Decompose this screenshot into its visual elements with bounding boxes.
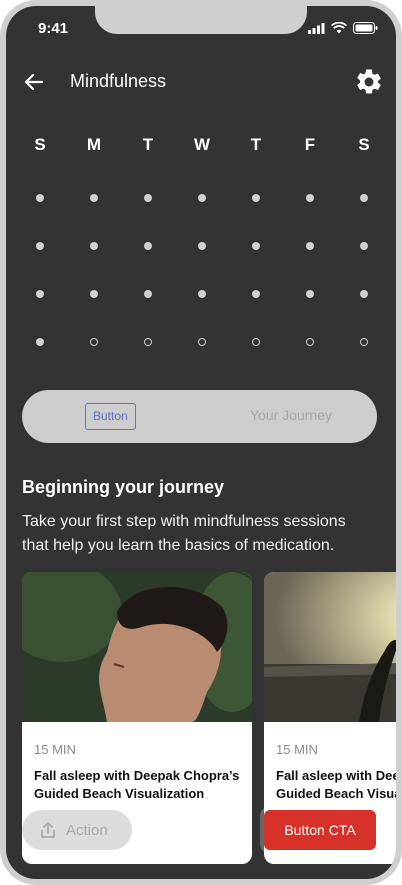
pending-day-dot[interactable]: [144, 338, 152, 346]
weekday-header: SMTWTFS: [6, 132, 396, 180]
completed-day-dot[interactable]: [144, 242, 152, 250]
segment-button[interactable]: Button: [85, 403, 136, 430]
completed-day-dot[interactable]: [252, 290, 260, 298]
pending-day-dot[interactable]: [90, 338, 98, 346]
weekday-label: W: [193, 135, 211, 154]
completed-day-dot[interactable]: [306, 194, 314, 202]
completed-day-dot[interactable]: [144, 290, 152, 298]
completed-day-dot[interactable]: [36, 242, 44, 250]
completed-day-dot[interactable]: [306, 242, 314, 250]
completed-day-dot[interactable]: [36, 194, 44, 202]
completed-day-dot[interactable]: [90, 242, 98, 250]
weekday-label: T: [250, 135, 262, 154]
completed-day-dot[interactable]: [90, 290, 98, 298]
cta-button[interactable]: Button CTA: [264, 810, 376, 850]
wifi-icon: [331, 22, 347, 34]
completed-day-dot[interactable]: [360, 242, 368, 250]
completed-day-dot[interactable]: [90, 194, 98, 202]
action-button[interactable]: Action: [22, 810, 132, 850]
completed-day-dot[interactable]: [252, 242, 260, 250]
pending-day-dot[interactable]: [198, 338, 206, 346]
pending-day-dot[interactable]: [306, 338, 314, 346]
phone-frame: 9:41 Mindfulness S M T W T F S Button Yo…: [0, 0, 402, 885]
action-label: Action: [66, 821, 108, 839]
completed-day-dot[interactable]: [306, 290, 314, 298]
calendar-week-row: [6, 324, 396, 372]
weekday-label: F: [304, 135, 316, 154]
segmented-control: Button Your Journey: [22, 390, 377, 443]
calendar-week-row: [6, 228, 396, 276]
completed-day-dot[interactable]: [360, 194, 368, 202]
completed-day-dot[interactable]: [144, 194, 152, 202]
completed-day-dot[interactable]: [198, 194, 206, 202]
notch: [95, 6, 307, 34]
completed-day-dot[interactable]: [198, 242, 206, 250]
completed-day-dot[interactable]: [198, 290, 206, 298]
completed-day-dot[interactable]: [360, 290, 368, 298]
settings-button[interactable]: [354, 67, 384, 97]
calendar-weeks: [6, 180, 396, 372]
pending-day-dot[interactable]: [252, 338, 260, 346]
completed-day-dot[interactable]: [36, 290, 44, 298]
section-title: Beginning your journey: [22, 477, 225, 497]
session-duration: 15 MIN: [276, 742, 318, 757]
completed-day-dot[interactable]: [252, 194, 260, 202]
weekday-label: S: [34, 135, 46, 154]
pending-day-dot[interactable]: [360, 338, 368, 346]
calendar-week-row: [6, 180, 396, 228]
status-icons: [308, 22, 378, 34]
top-app-bar: Mindfulness: [6, 62, 396, 102]
back-button[interactable]: [20, 68, 48, 96]
gear-icon: [357, 69, 381, 94]
weekday-label: M: [86, 135, 102, 154]
session-duration: 15 MIN: [34, 742, 76, 757]
calendar-week-row: [6, 276, 396, 324]
tab-your-journey[interactable]: Your Journey: [250, 407, 332, 423]
session-title: Fall asleep with Deepak Chopra’s Guided …: [34, 768, 240, 801]
share-icon: [41, 822, 55, 838]
signal-icon: [308, 22, 325, 34]
arrow-left-icon: [24, 73, 44, 91]
completed-day-dot[interactable]: [36, 338, 44, 346]
session-image: [264, 572, 396, 722]
weekday-label: S: [358, 135, 370, 154]
page-title: Mindfulness: [70, 71, 167, 91]
session-image: [22, 572, 252, 722]
status-time: 9:41: [38, 20, 69, 37]
session-title: Fall asleep with Deepak Chopra’s Guided …: [276, 768, 396, 801]
weekday-label: T: [142, 135, 154, 154]
screen: 9:41 Mindfulness S M T W T F S Button Yo…: [6, 6, 396, 879]
battery-icon: [353, 22, 378, 34]
section-description: Take your first step with mindfulness se…: [22, 513, 346, 554]
habit-calendar: SMTWTFS: [6, 132, 396, 372]
